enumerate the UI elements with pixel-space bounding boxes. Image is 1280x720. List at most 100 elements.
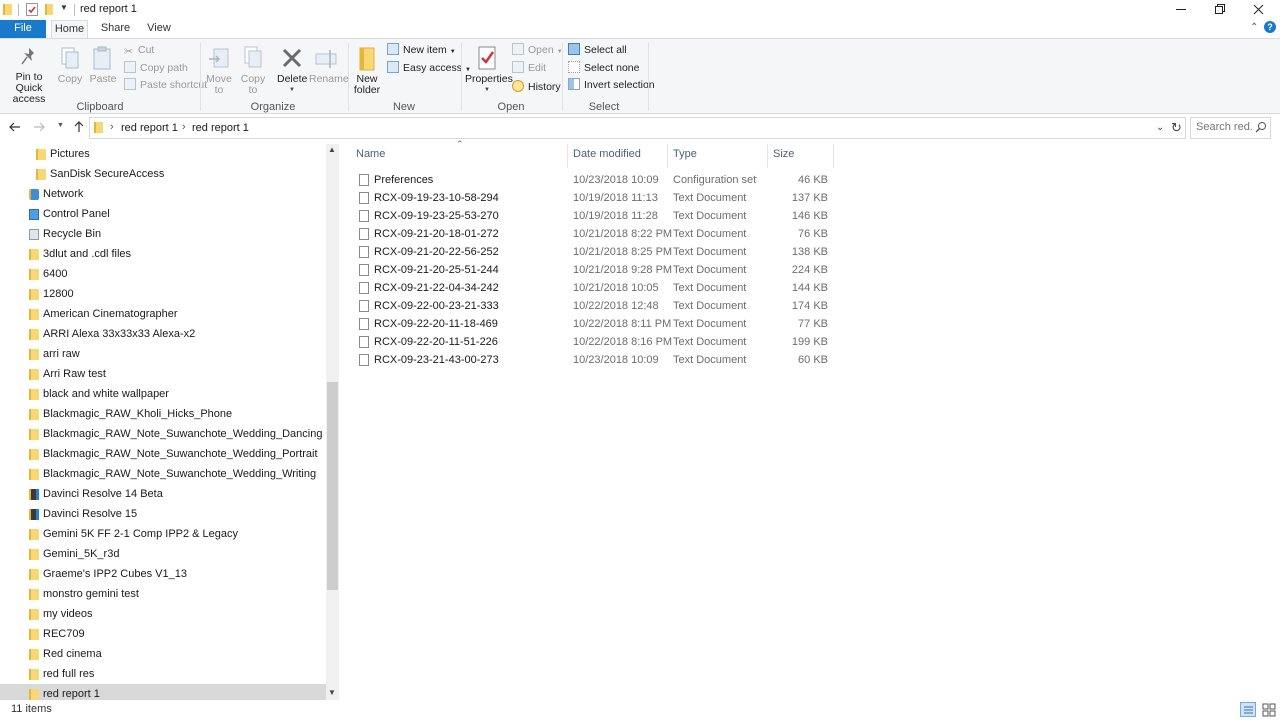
copy-button[interactable]: Copy — [57, 43, 83, 85]
breadcrumb-item[interactable]: red report 1 — [192, 122, 249, 134]
refresh-icon[interactable]: ↻ — [1171, 120, 1182, 136]
file-row[interactable]: Preferences 10/23/2018 10:09 Configuration… — [354, 171, 834, 189]
breadcrumb-chevron-icon[interactable]: › — [110, 121, 114, 133]
invert-selection-button[interactable]: Invert selection — [568, 77, 655, 93]
properties-dropdown-icon[interactable]: ▼ — [465, 85, 509, 96]
file-row[interactable]: RCX-09-21-20-22-56-252 10/21/2018 8:25 PM… — [354, 243, 834, 261]
restore-icon[interactable] — [1205, 0, 1235, 20]
column-header-type[interactable]: Type — [667, 144, 767, 166]
tab-share[interactable]: Share — [97, 20, 134, 38]
file-row[interactable]: RCX-09-19-23-10-58-294 10/19/2018 11:13 Te… — [354, 189, 834, 207]
nav-item[interactable]: Blackmagic_RAW_Kholi_Hicks_Phone — [0, 404, 326, 424]
tab-home[interactable]: Home — [51, 20, 88, 39]
open-button[interactable]: Open ▼ — [512, 42, 563, 58]
nav-item[interactable]: my videos — [0, 604, 326, 624]
nav-item[interactable]: Blackmagic_RAW_Note_Suwanchote_Wedding_D… — [0, 424, 326, 444]
file-row[interactable]: RCX-09-22-20-11-18-469 10/22/2018 8:11 PM… — [354, 315, 834, 333]
delete-button[interactable]: Delete ▼ — [277, 43, 307, 96]
address-dropdown-icon[interactable]: ⌄ — [1156, 122, 1164, 133]
nav-item[interactable]: Arri Raw test — [0, 364, 326, 384]
address-box[interactable]: › red report 1 › red report 1 ⌄ ↻ — [89, 117, 1186, 139]
nav-item[interactable]: Graeme's IPP2 Cubes V1_13 — [0, 564, 326, 584]
tab-file[interactable]: File — [0, 20, 46, 38]
nav-item[interactable]: 6400 — [0, 264, 326, 284]
nav-item[interactable]: red report 1 — [0, 684, 326, 700]
nav-item[interactable]: SanDisk SecureAccess — [0, 164, 326, 184]
column-header-name[interactable]: Name — [350, 144, 567, 166]
folder-icon — [29, 589, 39, 600]
file-row[interactable]: RCX-09-21-20-18-01-272 10/21/2018 8:22 PM… — [354, 225, 834, 243]
nav-item[interactable]: Control Panel — [0, 204, 326, 224]
nav-item[interactable]: Red cinema — [0, 644, 326, 664]
select-all-button[interactable]: Select all — [568, 42, 627, 58]
nav-item[interactable]: Gemini 5K FF 2-1 Comp IPP2 & Legacy — [0, 524, 326, 544]
text-file-icon — [359, 210, 369, 222]
delete-dropdown-icon[interactable]: ▼ — [277, 85, 307, 96]
nav-item[interactable]: 3dlut and .cdl files — [0, 244, 326, 264]
nav-item[interactable]: Blackmagic_RAW_Note_Suwanchote_Wedding_W… — [0, 464, 326, 484]
select-none-button[interactable]: Select none — [568, 60, 639, 76]
paste-shortcut-button[interactable]: Paste shortcut — [124, 77, 207, 93]
breadcrumb-item[interactable]: red report 1 — [121, 122, 178, 134]
help-icon[interactable]: ? — [1264, 21, 1276, 33]
scroll-up-icon[interactable]: ▲ — [328, 145, 336, 154]
nav-item[interactable]: American Cinematographer — [0, 304, 326, 324]
close-icon[interactable] — [1244, 0, 1274, 20]
recent-locations-icon[interactable]: ▼ — [57, 122, 64, 129]
large-icons-view-icon[interactable] — [1261, 702, 1276, 717]
file-row[interactable]: RCX-09-21-22-04-34-242 10/21/2018 10:05 Te… — [354, 279, 834, 297]
properties-quick-icon[interactable] — [26, 3, 38, 16]
new-item-button[interactable]: New item ▼ — [387, 42, 456, 58]
breadcrumb-chevron-icon[interactable]: › — [182, 121, 186, 133]
new-folder-button[interactable]: New folder — [352, 43, 382, 96]
file-row[interactable]: RCX-09-22-20-11-51-226 10/22/2018 8:16 PM… — [354, 333, 834, 351]
column-header-size[interactable]: Size — [767, 144, 833, 166]
move-to-button[interactable]: Move to — [205, 43, 233, 96]
nav-item[interactable]: Network — [0, 184, 326, 204]
cut-button[interactable]: ✂ Cut — [124, 42, 154, 58]
back-arrow-icon[interactable] — [8, 120, 22, 137]
nav-item[interactable]: black and white wallpaper — [0, 384, 326, 404]
minimize-ribbon-icon[interactable]: ⌃ — [1250, 22, 1258, 33]
details-view-icon[interactable] — [1240, 702, 1256, 717]
nav-item[interactable]: Gemini_5K_r3d — [0, 544, 326, 564]
scrollbar-thumb[interactable] — [327, 382, 338, 590]
search-icon[interactable] — [1255, 121, 1267, 136]
nav-item[interactable]: REC709 — [0, 624, 326, 644]
nav-item[interactable]: Recycle Bin — [0, 224, 326, 244]
nav-item[interactable]: arri raw — [0, 344, 326, 364]
search-input[interactable] — [1196, 121, 1254, 133]
nav-item[interactable]: Davinci Resolve 15 — [0, 504, 326, 524]
column-header-date[interactable]: Date modified — [567, 144, 667, 166]
file-row[interactable]: RCX-09-23-21-43-00-273 10/23/2018 10:09 Te… — [354, 351, 834, 369]
customize-quick-access-icon[interactable]: ▼ — [60, 3, 68, 12]
nav-item[interactable]: red full res — [0, 664, 326, 684]
tab-view[interactable]: View — [141, 20, 177, 38]
new-folder-quick-icon[interactable] — [45, 4, 53, 15]
file-row[interactable]: RCX-09-19-23-25-53-270 10/19/2018 11:28 Te… — [354, 207, 834, 225]
copy-to-button[interactable]: Copy to — [240, 43, 266, 96]
paste-button[interactable]: Paste — [89, 43, 117, 85]
column-divider[interactable] — [833, 144, 834, 168]
rename-button[interactable]: Rename — [309, 43, 349, 85]
search-box[interactable] — [1190, 117, 1271, 139]
properties-button[interactable]: Properties ▼ — [465, 43, 513, 96]
nav-scrollbar[interactable]: ▲ ▼ — [326, 144, 339, 700]
nav-item[interactable]: monstro gemini test — [0, 584, 326, 604]
nav-item[interactable]: Blackmagic_RAW_Note_Suwanchote_Wedding_P… — [0, 444, 326, 464]
up-arrow-icon[interactable] — [72, 120, 86, 137]
forward-arrow-icon[interactable] — [32, 120, 46, 137]
scroll-down-icon[interactable]: ▼ — [328, 688, 336, 697]
file-row[interactable]: RCX-09-22-00-23-21-333 10/22/2018 12:48 Te… — [354, 297, 834, 315]
nav-item[interactable]: 12800 — [0, 284, 326, 304]
easy-access-button[interactable]: Easy access ▼ — [387, 60, 471, 76]
nav-item[interactable]: Davinci Resolve 14 Beta — [0, 484, 326, 504]
pin-to-quick-access-button[interactable]: Pin to Quick access — [2, 43, 56, 105]
nav-item[interactable]: ARRI Alexa 33x33x33 Alexa-x2 — [0, 324, 326, 344]
minimize-icon[interactable] — [1166, 0, 1196, 20]
copy-path-button[interactable]: Copy path — [124, 60, 188, 76]
nav-item[interactable]: Pictures — [0, 144, 326, 164]
history-button[interactable]: History — [512, 79, 561, 95]
edit-button[interactable]: Edit — [512, 60, 546, 76]
file-row[interactable]: RCX-09-21-20-25-51-244 10/21/2018 9:28 PM… — [354, 261, 834, 279]
